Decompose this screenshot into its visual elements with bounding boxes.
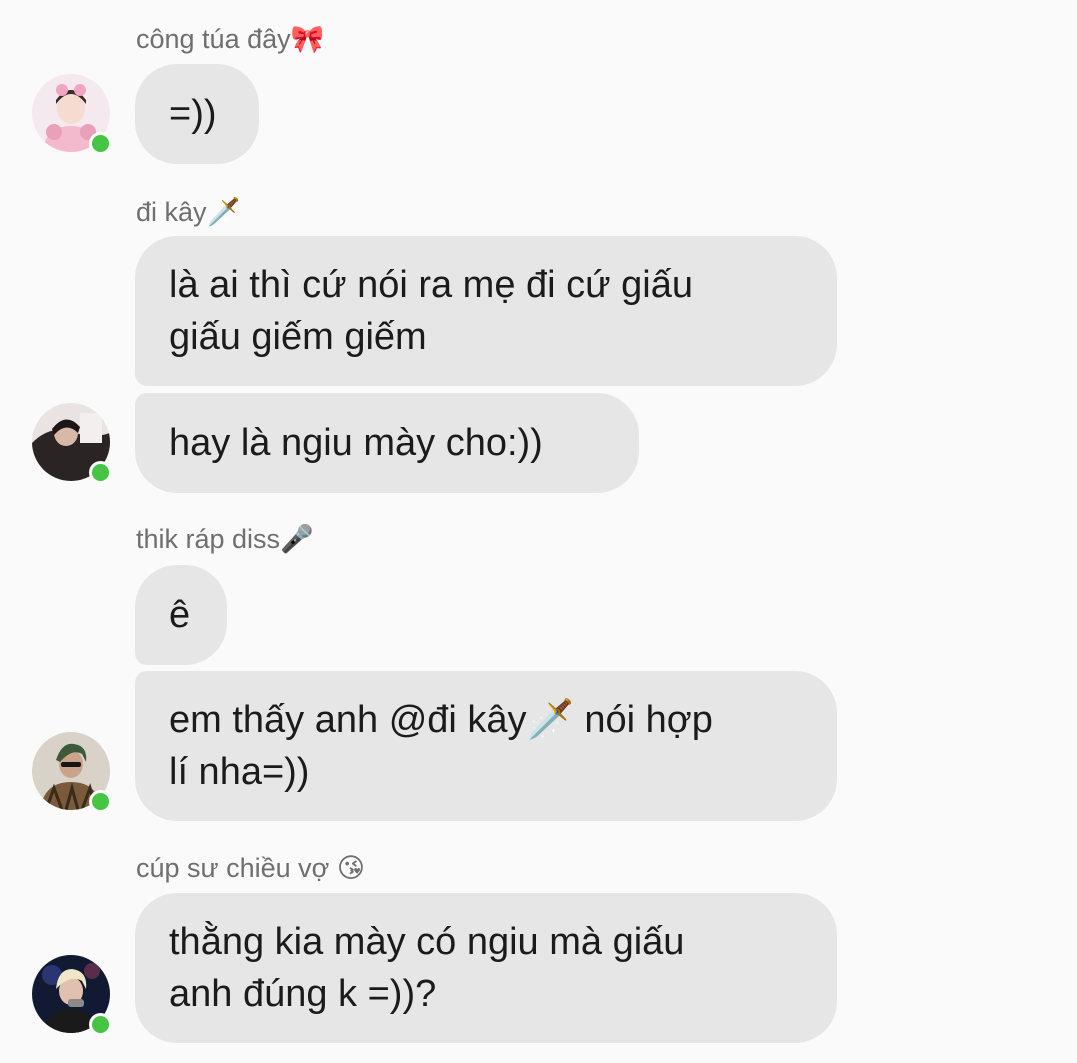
chat-thread[interactable]: công túa đây🎀 =)) đi kây🗡️ là ai thì cứ … [0,0,1077,1063]
message-bubble[interactable]: thằng kia mày có ngiu mà giấu anh đúng k… [135,893,837,1043]
online-status-indicator [89,461,112,484]
message-bubble[interactable]: =)) [135,64,259,164]
message-bubble[interactable]: em thấy anh @đi kây🗡️ nói hợp lí nha=)) [135,671,837,821]
avatar[interactable] [32,403,112,484]
message-bubble[interactable]: là ai thì cứ nói ra mẹ đi cứ giấu giấu g… [135,236,837,386]
sender-name: cúp sư chiều vợ 😘 [136,853,366,883]
avatar[interactable] [32,955,112,1036]
online-status-indicator [89,1013,112,1036]
avatar[interactable] [32,732,112,813]
message-bubble[interactable]: ê [135,565,227,665]
sender-name: công túa đây🎀 [136,24,325,54]
online-status-indicator [89,132,112,155]
sender-name: thik ráp diss🎤 [136,524,314,554]
message-bubble[interactable]: hay là ngiu mày cho:)) [135,393,639,493]
online-status-indicator [89,790,112,813]
avatar[interactable] [32,74,112,155]
sender-name: đi kây🗡️ [136,197,241,227]
